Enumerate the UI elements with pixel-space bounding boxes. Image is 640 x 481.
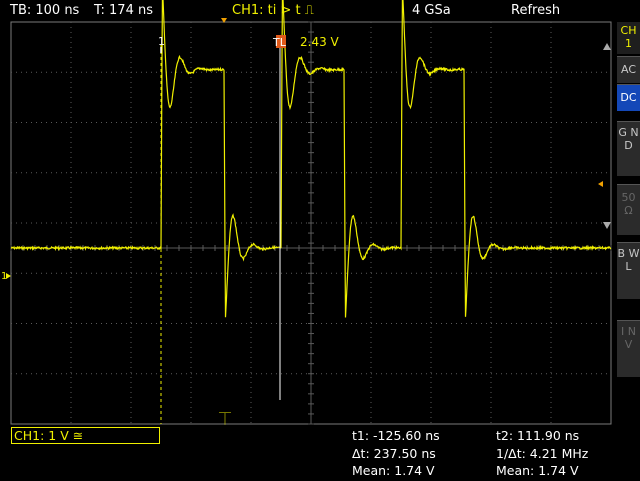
invert-button[interactable]: I N V	[617, 320, 640, 377]
coupling-gnd-button[interactable]: G N D	[617, 121, 640, 176]
mean-1-readout: Mean: 1.74 V	[352, 463, 435, 478]
acquisition-mode[interactable]: Refresh	[511, 3, 560, 18]
channel-softkey-panel: CH 1 AC DC G N D 50 Ω B W L I N V	[617, 22, 640, 481]
status-bar: TB: 100 ns T: 174 ns CH1: ti > t ⎍ 4 GSa…	[0, 0, 640, 22]
cursor-t1-readout: t1: -125.60 ns	[352, 428, 440, 443]
delta-t-readout: Δt: 237.50 ns	[352, 446, 436, 461]
ch1-setting-box[interactable]: CH1: 1 V ≅	[11, 427, 160, 444]
trigger-time-readout[interactable]: T: 174 ns	[94, 3, 153, 18]
channel-tag: CH 1	[617, 22, 640, 54]
pulse-icon: ⎍	[304, 3, 314, 18]
mean-2-readout: Mean: 1.74 V	[496, 463, 579, 478]
coupling-dc-button[interactable]: DC	[617, 84, 640, 111]
sample-rate-readout: 4 GSa	[412, 3, 451, 18]
trigger-setting-label: CH1: ti > t	[232, 3, 301, 18]
cursor-1-marker[interactable]: 1	[158, 35, 165, 48]
trigger-position-bottom-icon[interactable]: ⏉	[219, 411, 231, 426]
cursor-t2-readout: t2: 111.90 ns	[496, 428, 580, 443]
ch1-ground-arrow-icon	[6, 273, 11, 279]
measurement-bar: CH1: 1 V ≅ t1: -125.60 ns t2: 111.90 ns …	[0, 426, 617, 481]
bandwidth-limit-button[interactable]: B W L	[617, 242, 640, 299]
timebase-readout[interactable]: TB: 100 ns	[10, 3, 79, 18]
trigger-level-tag: TL	[272, 36, 287, 49]
scope-screen: 1 TL 2.43 V ⏉ 1	[1, 0, 612, 426]
coupling-ac-button[interactable]: AC	[617, 56, 640, 83]
impedance-50-ohm-button[interactable]: 50 Ω	[617, 184, 640, 235]
trigger-setting[interactable]: CH1: ti > t ⎍	[232, 3, 314, 18]
trigger-level-value: 2.43 V	[300, 35, 340, 49]
inverse-delta-t-readout: 1/Δt: 4.21 MHz	[496, 446, 589, 461]
